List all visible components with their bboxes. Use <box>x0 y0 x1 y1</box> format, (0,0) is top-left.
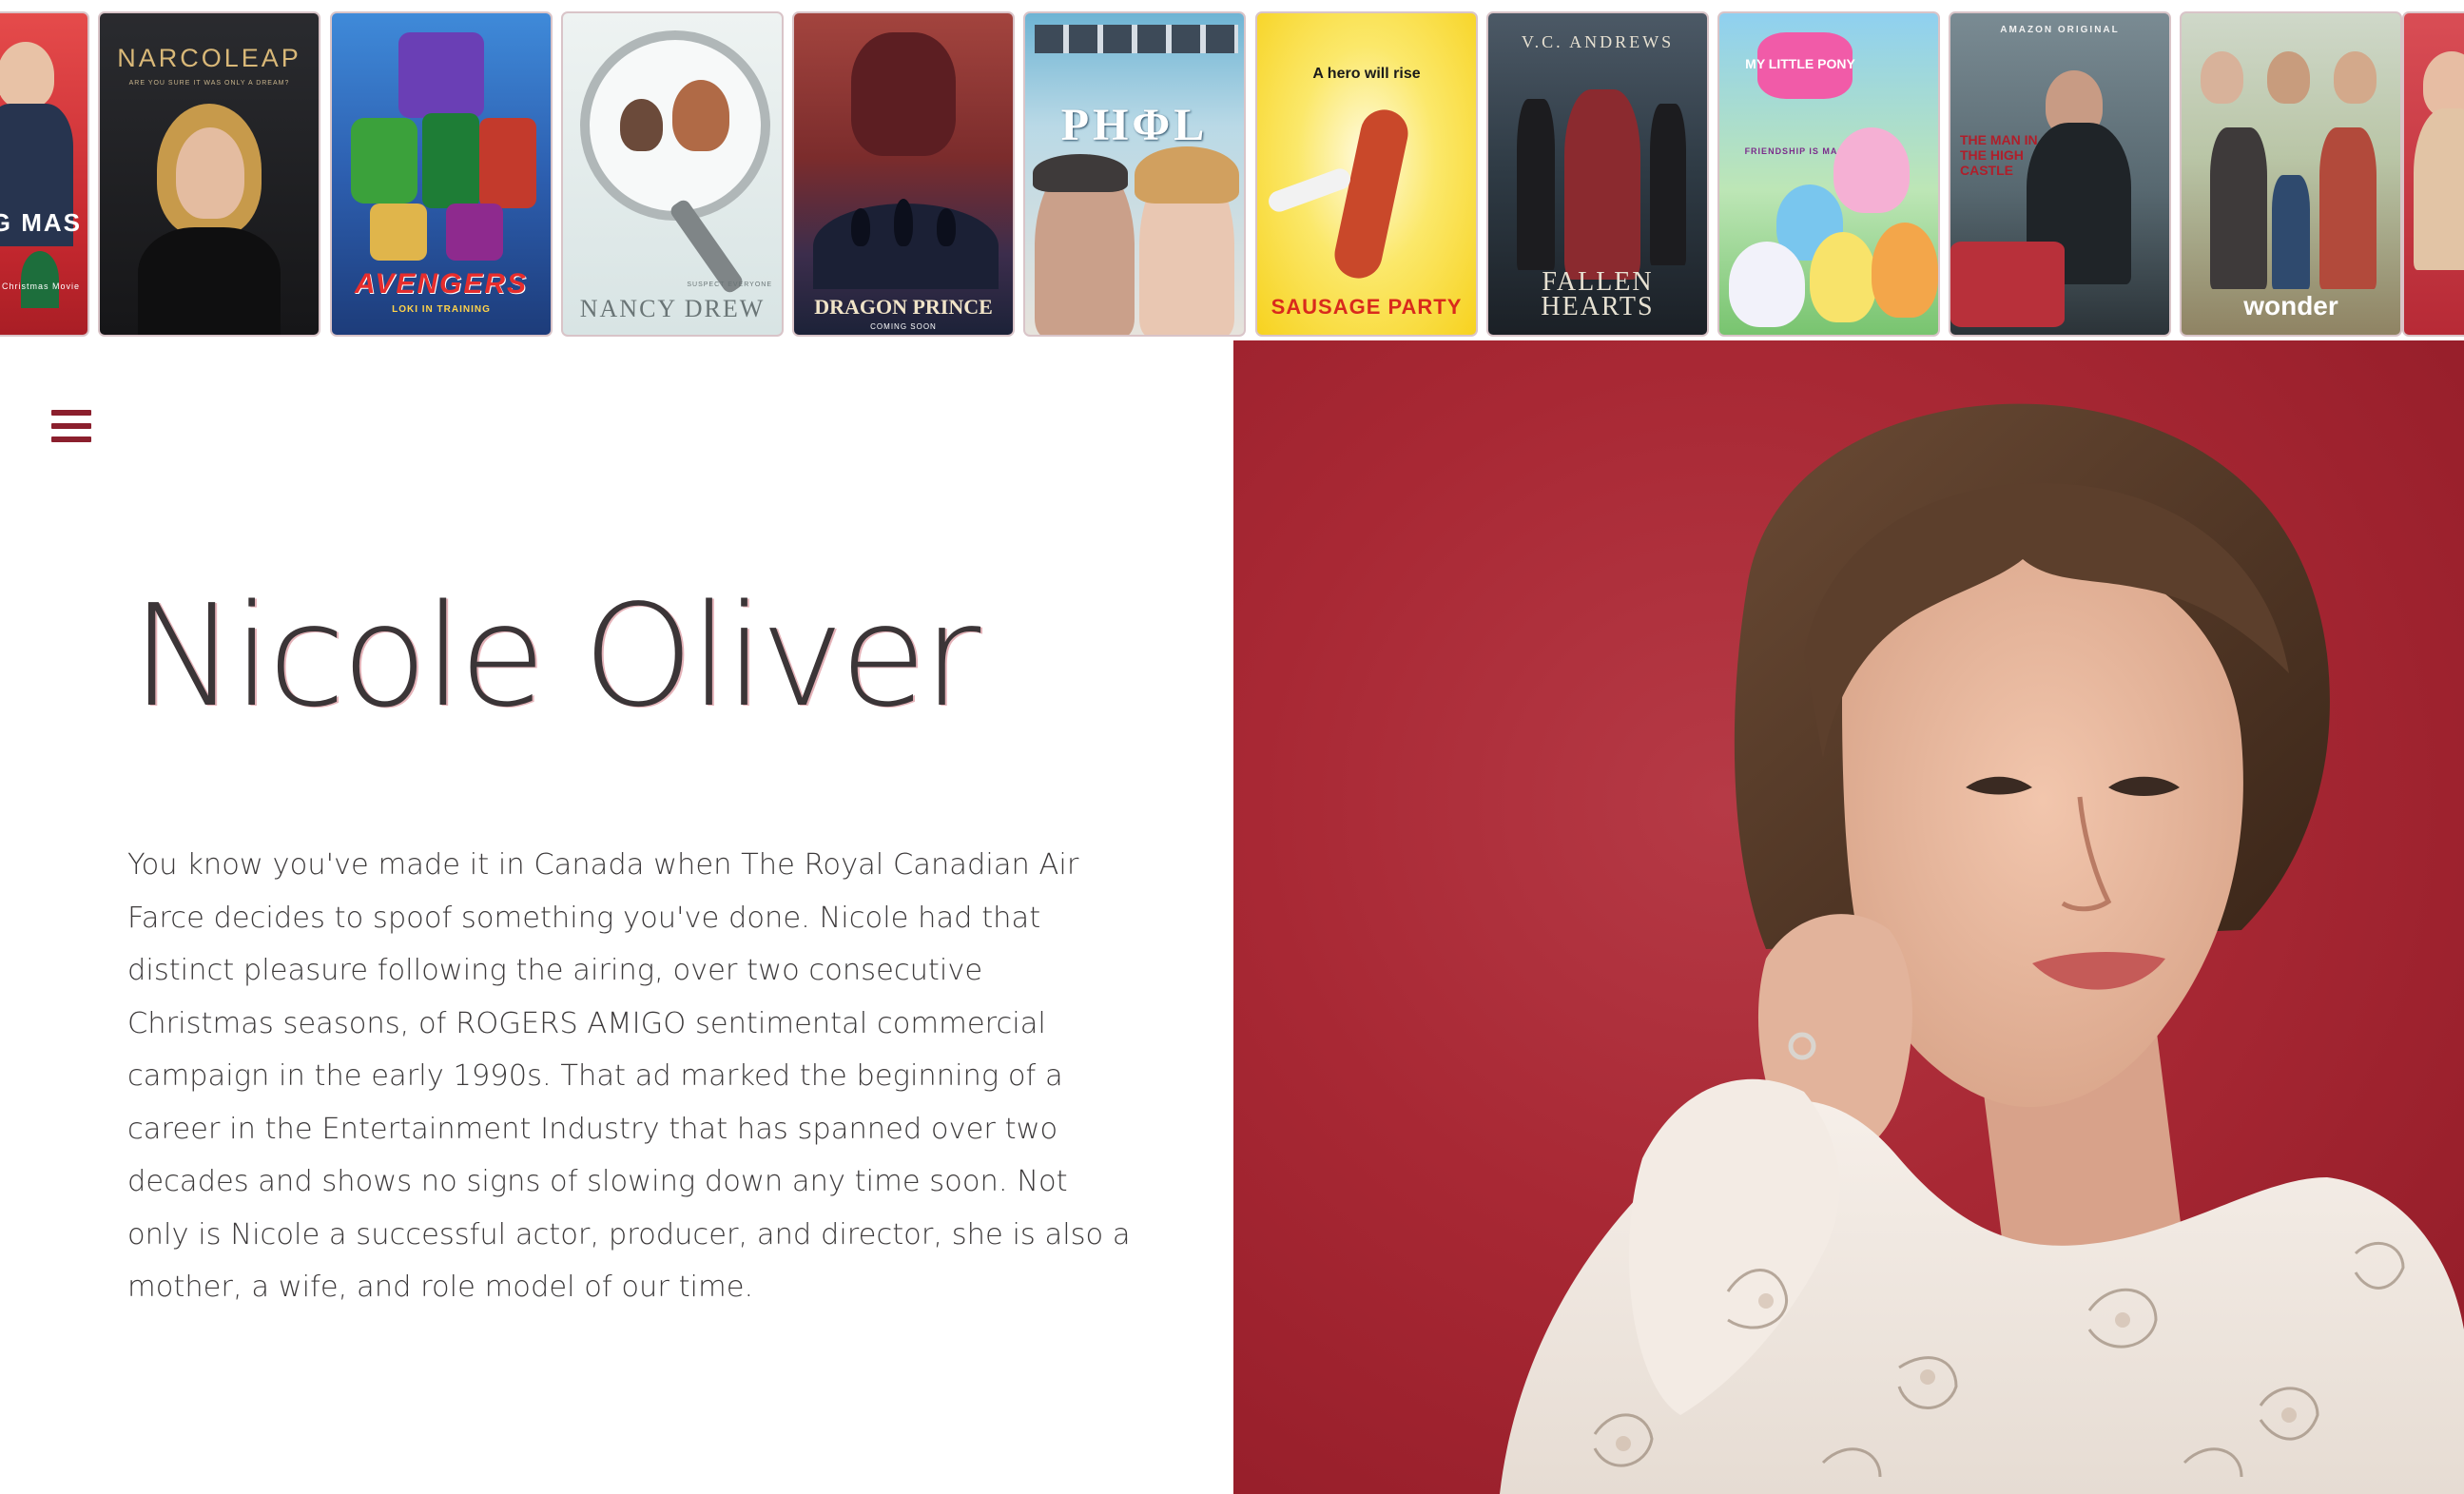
poster-title: RNING MAS <box>0 208 82 237</box>
menu-bar <box>51 423 91 429</box>
poster-tagline: SUSPECT EVERYONE <box>687 281 772 288</box>
poster-tagline: ARE YOU SURE IT WAS ONLY A DREAM? <box>128 80 290 87</box>
poster-my-little-pony[interactable]: MY LITTLE PONY FRIENDSHIP IS MAGIC <box>1717 11 1940 337</box>
bio-paragraph: You know you've made it in Canada when T… <box>127 848 1131 1304</box>
poster-partial-right[interactable] <box>2402 11 2464 337</box>
poster-title: MY LITTLE PONY <box>1745 56 1855 71</box>
poster-man-high-castle[interactable]: AMAZON ORIGINAL THE MAN IN THE HIGH CAST… <box>1949 11 2171 337</box>
poster-title: THE MAN IN THE HIGH CASTLE <box>1960 132 2038 178</box>
menu-bar <box>51 437 91 442</box>
poster-title: SAUSAGE PARTY <box>1271 295 1463 319</box>
poster-nancy-drew[interactable]: NANCY DREW SUSPECT EVERYONE <box>561 11 784 337</box>
poster-title: FALLEN HEARTS <box>1541 267 1655 321</box>
poster-title: AVENGERS <box>354 268 529 300</box>
poster-sausage-party[interactable]: A hero will rise SAUSAGE PARTY <box>1255 11 1478 337</box>
poster-title: PHΦL <box>1060 100 1209 150</box>
page: RNING MAS A Christmas Movie NARCOLEAP AR… <box>0 0 2464 1494</box>
poster-fallen-hearts[interactable]: V.C. ANDREWS FALLEN HEARTS <box>1486 11 1709 337</box>
poster-tagline: A Christmas Movie <box>0 281 80 291</box>
poster-tagline: A hero will rise <box>1312 66 1421 82</box>
poster-tagline: LOKI IN TRAINING <box>392 304 491 315</box>
poster-title: NANCY DREW <box>579 295 766 322</box>
poster-wonder[interactable]: wonder <box>2180 11 2402 337</box>
poster-title: wonder <box>2243 291 2338 320</box>
poster-avengers[interactable]: AVENGERS LOKI IN TRAINING <box>330 11 553 337</box>
poster-tagline: COMING SOON <box>870 322 937 331</box>
poster-tagline: AMAZON ORIGINAL <box>2000 25 2120 35</box>
page-title: Nicole Oliver <box>131 574 980 738</box>
poster-christmas[interactable]: RNING MAS A Christmas Movie <box>0 11 89 337</box>
portrait-photo <box>1233 340 2464 1494</box>
poster-tagline: V.C. ANDREWS <box>1521 32 1675 51</box>
menu-bar <box>51 410 91 416</box>
poster-phil[interactable]: PHΦL <box>1023 11 1246 337</box>
poster-title: DRAGON PRINCE <box>814 295 993 319</box>
portrait-illustration <box>1500 403 2464 1494</box>
poster-dragon-prince[interactable]: DRAGON PRINCE COMING SOON <box>792 11 1015 337</box>
poster-carousel[interactable]: RNING MAS A Christmas Movie NARCOLEAP AR… <box>0 0 2464 340</box>
poster-title: NARCOLEAP <box>117 44 301 72</box>
hamburger-menu-icon[interactable] <box>49 407 93 445</box>
poster-narcoleap[interactable]: NARCOLEAP ARE YOU SURE IT WAS ONLY A DRE… <box>98 11 320 337</box>
